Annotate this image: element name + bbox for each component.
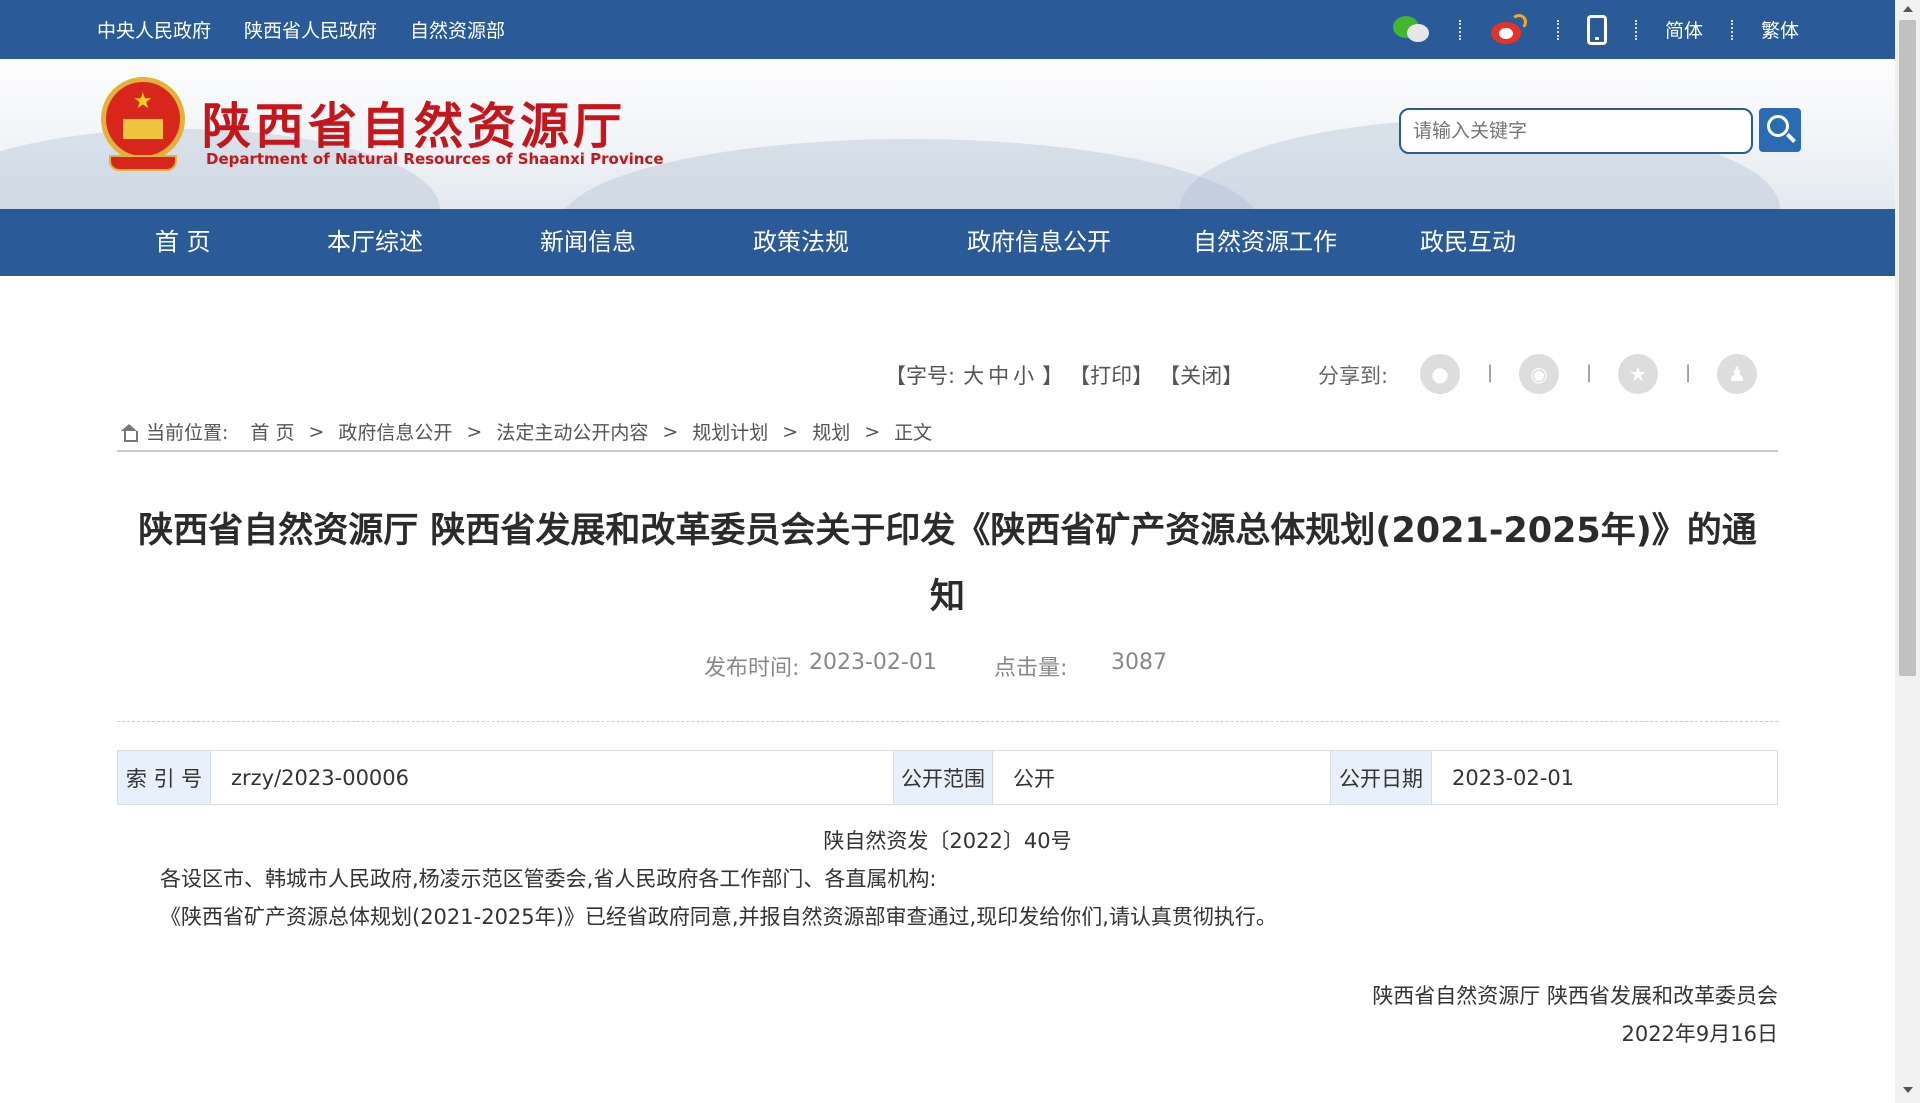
divider	[1634, 19, 1637, 40]
font-large-button[interactable]: 大	[963, 360, 984, 390]
body-paragraph: 《陕西省矿产资源总体规划(2021-2025年)》已经省政府同意,并报自然资源部…	[160, 905, 1277, 929]
publish-label: 发布时间:	[704, 656, 800, 681]
main-nav: 首 页 本厅综述 新闻信息 政策法规 政府信息公开 自然资源工作 政民互动	[0, 209, 1895, 276]
scrollbar[interactable]	[1895, 0, 1920, 1103]
breadcrumb-item-gov-info[interactable]: 政府信息公开	[338, 418, 452, 445]
divider	[1730, 19, 1733, 40]
share-weibo-icon[interactable]: ◉	[1519, 354, 1559, 394]
nav-item-resources-work[interactable]: 自然资源工作	[1193, 209, 1337, 276]
divider	[117, 450, 1778, 452]
lang-simplified-link[interactable]: 简体	[1665, 16, 1703, 43]
font-size-close: 】	[1042, 364, 1064, 388]
info-index-label: 索 引 号	[118, 751, 211, 804]
top-link-mnr[interactable]: 自然资源部	[410, 16, 505, 43]
wechat-icon[interactable]	[1391, 14, 1431, 46]
top-link-shaanxi-gov[interactable]: 陕西省人民政府	[244, 16, 377, 43]
sign-date: 2022年9月16日	[1621, 1022, 1778, 1046]
close-button[interactable]: 【关闭】	[1159, 360, 1243, 390]
doc-number: 陕自然资发〔2022〕40号	[823, 829, 1072, 853]
nav-item-home[interactable]: 首 页	[155, 209, 211, 276]
breadcrumb: 当前位置: 首 页 > 政府信息公开 > 法定主动公开内容 > 规划计划 > 规…	[120, 418, 932, 445]
search-input[interactable]	[1399, 108, 1753, 154]
font-size-label: 【字号:	[885, 364, 956, 388]
breadcrumb-item-statutory[interactable]: 法定主动公开内容	[496, 418, 648, 445]
publish-date: 2023-02-01	[809, 650, 937, 675]
site-subtitle: Department of Natural Resources of Shaan…	[206, 150, 664, 168]
info-date-value: 2023-02-01	[1452, 765, 1575, 790]
hits-count: 3087	[1111, 650, 1167, 675]
nav-item-policy[interactable]: 政策法规	[753, 209, 849, 276]
info-table: 索 引 号 zrzy/2023-00006 公开范围 公开 公开日期 2023-…	[117, 750, 1778, 805]
breadcrumb-item-planning[interactable]: 规划计划	[692, 418, 768, 445]
lang-traditional-link[interactable]: 繁体	[1761, 16, 1799, 43]
top-links: 中央人民政府 陕西省人民政府 自然资源部	[97, 0, 538, 59]
font-small-button[interactable]: 小	[1013, 360, 1034, 390]
page-title-line: 知	[929, 577, 965, 617]
site-title[interactable]: 陕西省自然资源厅	[202, 87, 626, 158]
font-medium-button[interactable]: 中	[988, 360, 1009, 390]
mountain-decor	[560, 139, 1260, 209]
mobile-icon[interactable]	[1586, 14, 1607, 45]
top-bar: 中央人民政府 陕西省人民政府 自然资源部 简体 繁体	[0, 0, 1895, 59]
share-qq-icon[interactable]: ♟	[1717, 354, 1757, 394]
signature: 陕西省自然资源厅 陕西省发展和改革委员会	[1372, 984, 1778, 1008]
breadcrumb-item-plans[interactable]: 规划	[812, 418, 850, 445]
divider: |	[1586, 362, 1593, 383]
share-wechat-icon[interactable]: ●	[1420, 354, 1460, 394]
share-favorite-icon[interactable]: ★	[1618, 354, 1658, 394]
search-button[interactable]	[1759, 108, 1801, 152]
article-tools: 【字号: 大 中 小 】 【打印】 【关闭】	[885, 360, 1243, 390]
hits-label: 点击量:	[994, 656, 1068, 681]
breadcrumb-label: 当前位置:	[146, 422, 229, 444]
print-button[interactable]: 【打印】	[1069, 360, 1153, 390]
scroll-up-icon[interactable]	[1903, 6, 1913, 12]
breadcrumb-item-home[interactable]: 首 页	[250, 418, 294, 445]
info-index-value: zrzy/2023-00006	[211, 751, 894, 804]
weibo-icon[interactable]	[1489, 13, 1529, 46]
nav-item-interaction[interactable]: 政民互动	[1420, 209, 1516, 276]
divider	[117, 721, 1778, 722]
page-title-line: 陕西省自然资源厅 陕西省发展和改革委员会关于印发《陕西省矿产资源总体规划(202…	[138, 511, 1757, 551]
info-date-label: 公开日期	[1331, 751, 1432, 804]
breadcrumb-item-current: 正文	[894, 422, 933, 444]
home-icon	[120, 423, 138, 442]
divider: |	[1487, 362, 1494, 383]
addressee: 各设区市、韩城市人民政府,杨凌示范区管委会,省人民政府各工作部门、各直属机构:	[160, 867, 937, 891]
info-scope-label: 公开范围	[894, 751, 993, 804]
page-title: 陕西省自然资源厅 陕西省发展和改革委员会关于印发《陕西省矿产资源总体规划(202…	[117, 498, 1778, 630]
search-icon	[1767, 115, 1789, 137]
divider	[1556, 19, 1559, 40]
divider: |	[1685, 362, 1692, 383]
top-link-central-gov[interactable]: 中央人民政府	[97, 16, 211, 43]
nav-item-overview[interactable]: 本厅综述	[327, 209, 423, 276]
top-right-tools: 简体 繁体	[1391, 0, 1799, 59]
info-scope-value: 公开	[993, 751, 1331, 804]
nav-item-gov-info[interactable]: 政府信息公开	[967, 209, 1111, 276]
share-label: 分享到:	[1318, 364, 1389, 388]
national-emblem-icon[interactable]: ★	[97, 75, 189, 175]
site-header: ★ 陕西省自然资源厅 Department of Natural Resourc…	[0, 59, 1895, 209]
divider	[1458, 19, 1461, 40]
nav-item-news[interactable]: 新闻信息	[540, 209, 636, 276]
scroll-down-icon[interactable]	[1903, 1087, 1913, 1093]
scrollbar-thumb[interactable]	[1899, 20, 1916, 676]
